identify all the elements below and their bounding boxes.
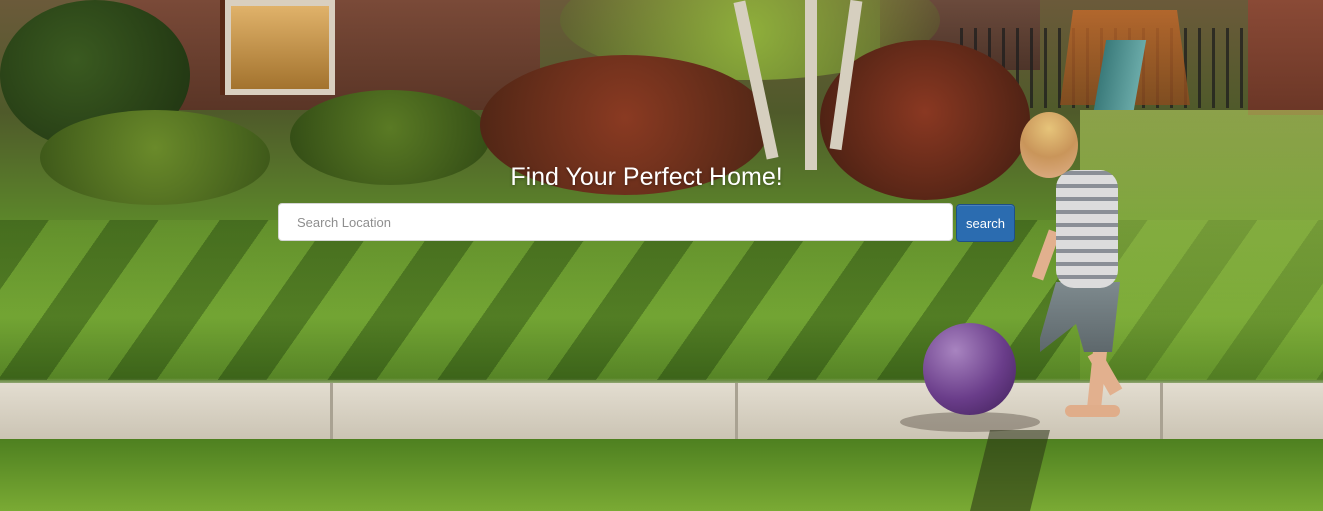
search-location-input[interactable] bbox=[278, 203, 953, 241]
search-form: search bbox=[278, 203, 1018, 242]
search-button[interactable]: search bbox=[956, 204, 1015, 242]
page-title: Find Your Perfect Home! bbox=[510, 163, 783, 191]
hero-banner: Find Your Perfect Home! search bbox=[0, 0, 1323, 511]
search-section: Find Your Perfect Home! search bbox=[0, 0, 1323, 511]
